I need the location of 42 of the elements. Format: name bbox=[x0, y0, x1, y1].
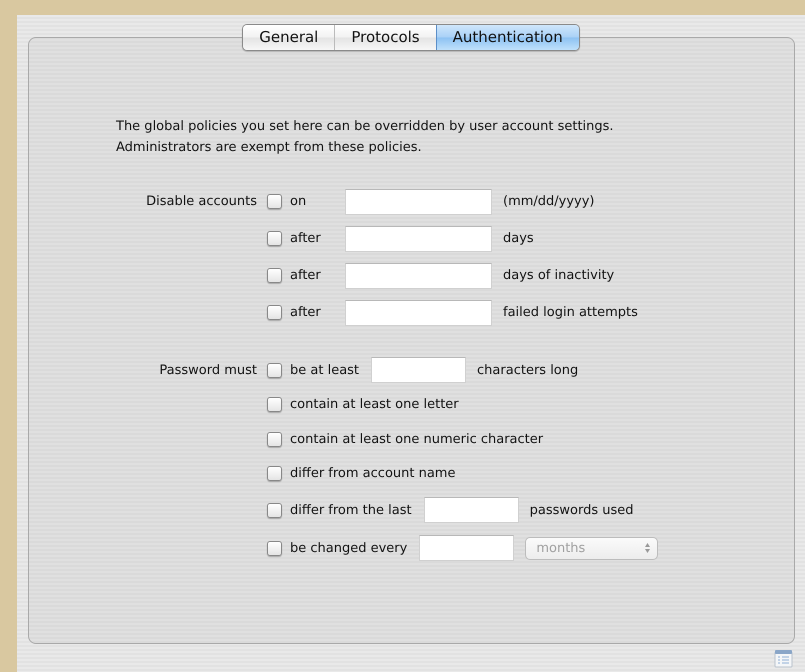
checkbox-label: contain at least one numeric character bbox=[290, 432, 544, 447]
tab[interactable]: Authentication bbox=[436, 25, 579, 50]
list-icon[interactable] bbox=[774, 649, 793, 668]
stepper-icon bbox=[644, 542, 652, 554]
input-field[interactable] bbox=[371, 357, 466, 384]
checkbox-label: after bbox=[290, 231, 321, 246]
checkbox[interactable] bbox=[267, 268, 282, 283]
checkbox-label: on bbox=[290, 194, 306, 209]
input-field[interactable] bbox=[345, 300, 492, 326]
tab[interactable]: General bbox=[243, 25, 334, 50]
checkbox[interactable] bbox=[267, 397, 282, 412]
unit-label: failed login attempts bbox=[503, 305, 638, 320]
checkbox[interactable] bbox=[267, 502, 282, 518]
group-label: Disable accounts bbox=[146, 194, 257, 209]
unit-label: characters long bbox=[477, 362, 578, 378]
input-field[interactable] bbox=[345, 188, 492, 214]
group-label: Password must bbox=[159, 362, 257, 378]
checkbox-label: differ from the last bbox=[290, 502, 412, 518]
input-field[interactable] bbox=[345, 226, 492, 252]
description-text: Administrators are exempt from these policies. bbox=[116, 139, 423, 157]
input-field[interactable] bbox=[345, 262, 492, 288]
checkbox-label: after bbox=[290, 305, 321, 320]
tab[interactable]: Protocols bbox=[334, 25, 436, 50]
checkbox[interactable] bbox=[267, 466, 282, 482]
checkbox[interactable] bbox=[267, 540, 282, 556]
checkbox[interactable] bbox=[267, 305, 282, 320]
input-field[interactable] bbox=[424, 497, 519, 523]
checkbox-label: differ from account name bbox=[290, 466, 456, 482]
checkbox-label: after bbox=[290, 268, 321, 283]
unit-label: days bbox=[503, 231, 534, 246]
checkbox-label: be changed every bbox=[290, 540, 408, 556]
checkbox[interactable] bbox=[267, 362, 282, 378]
unit-label: passwords used bbox=[530, 502, 634, 518]
checkbox-label: contain at least one letter bbox=[290, 397, 459, 412]
checkbox[interactable] bbox=[267, 432, 282, 447]
description-text: The global policies you set here can be overridden by user account settings. bbox=[116, 118, 615, 136]
unit-label: (mm/dd/yyyy) bbox=[503, 194, 595, 209]
checkbox-label: be at least bbox=[290, 362, 360, 378]
input-field[interactable] bbox=[419, 535, 514, 561]
checkbox[interactable] bbox=[267, 231, 282, 246]
checkbox[interactable] bbox=[267, 194, 282, 209]
unit-label: days of inactivity bbox=[503, 268, 614, 283]
